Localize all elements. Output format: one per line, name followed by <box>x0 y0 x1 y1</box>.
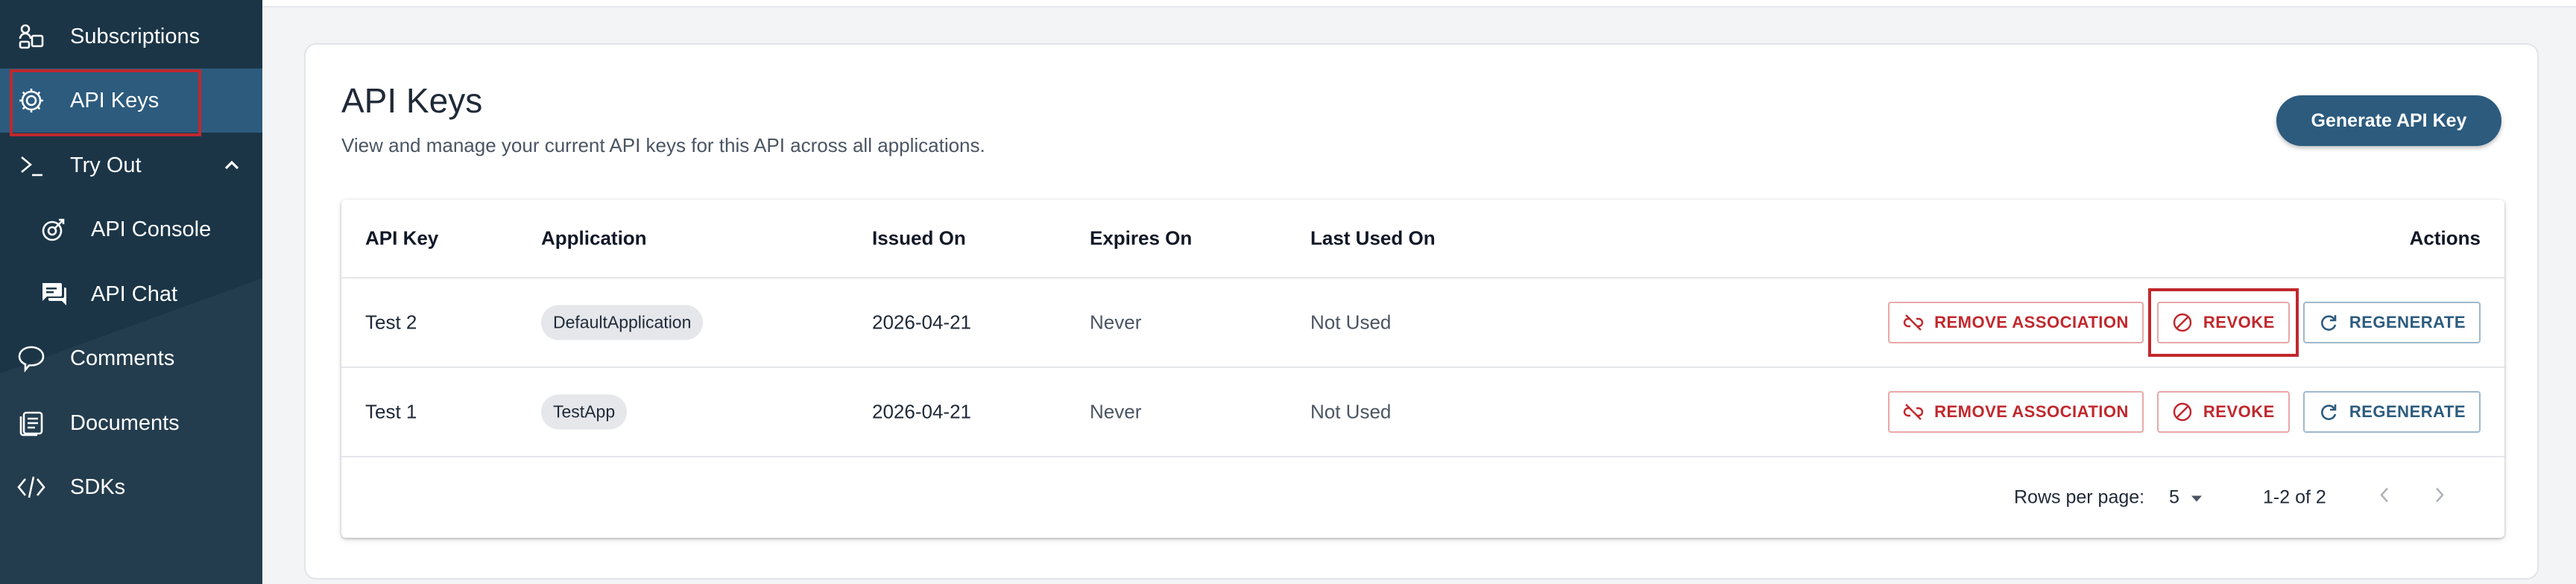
sidebar-item-try-out[interactable]: Try Out <box>0 133 262 197</box>
block-icon <box>2172 312 2193 333</box>
remove-association-label: REMOVE ASSOCIATION <box>1934 313 2129 331</box>
column-header-application: Application <box>541 226 647 250</box>
sidebar-item-label: Try Out <box>70 153 142 177</box>
table-row: Test 1 TestApp 2026-04-21 Never Not Used… <box>341 368 2504 457</box>
sidebar-item-api-keys[interactable]: API Keys <box>0 69 262 136</box>
refresh-icon <box>2318 312 2339 333</box>
application-chip: TestApp <box>541 394 628 430</box>
remove-association-button[interactable]: REMOVE ASSOCIATION <box>1888 391 2144 433</box>
sidebar-item-label: API Console <box>91 217 212 241</box>
sidebar-item-subscriptions[interactable]: Subscriptions <box>0 4 262 69</box>
column-header-actions: Actions <box>2409 226 2481 250</box>
revoke-button[interactable]: REVOKE <box>2156 391 2290 433</box>
sidebar-item-label: Subscriptions <box>70 24 201 48</box>
api-key-name: Test 1 <box>365 400 417 423</box>
regenerate-label: REGENERATE <box>2349 402 2466 421</box>
issued-on-value: 2026-04-21 <box>872 311 971 334</box>
chat-icon <box>39 279 69 309</box>
revoke-label: REVOKE <box>2203 313 2275 331</box>
sidebar-item-label: API Chat <box>91 282 178 306</box>
sidebar-item-api-chat[interactable]: API Chat <box>0 262 262 326</box>
pagination-bar: Rows per page: 5 1-2 of 2 <box>341 457 2504 538</box>
console-icon <box>39 215 69 244</box>
column-header-issued-on: Issued On <box>872 226 966 250</box>
sidebar-item-documents[interactable]: Documents <box>0 391 262 455</box>
column-header-last-used-on: Last Used On <box>1310 226 1436 250</box>
sidebar-item-sdks[interactable]: SDKs <box>0 455 262 519</box>
chevron-right-icon[interactable] <box>2431 486 2448 510</box>
last-used-on-value: Not Used <box>1310 311 1392 334</box>
regenerate-button[interactable]: REGENERATE <box>2302 302 2481 343</box>
revoke-highlight-wrap: REVOKE <box>2147 288 2299 357</box>
expires-on-value: Never <box>1090 400 1142 423</box>
expires-on-value: Never <box>1090 311 1142 334</box>
sidebar-item-api-console[interactable]: API Console <box>0 197 262 261</box>
table-header-row: API Key Application Issued On Expires On… <box>341 200 2504 279</box>
subscriptions-icon <box>16 22 46 51</box>
remove-association-label: REMOVE ASSOCIATION <box>1934 402 2129 421</box>
application-chip-label: DefaultApplication <box>541 305 704 340</box>
row-actions: REMOVE ASSOCIATION REVOKE REGENERATE <box>1888 288 2481 357</box>
last-used-on-value: Not Used <box>1310 400 1392 423</box>
block-icon <box>2172 402 2193 422</box>
page-description: View and manage your current API keys fo… <box>341 134 985 156</box>
chevron-up-icon[interactable] <box>222 156 242 181</box>
generate-api-key-button[interactable]: Generate API Key <box>2276 95 2501 146</box>
rows-per-page-label: Rows per page: <box>2014 486 2145 508</box>
link-off-icon <box>1903 402 1924 422</box>
sidebar-item-label: Comments <box>70 346 175 370</box>
api-key-name: Test 2 <box>365 311 417 334</box>
revoke-button[interactable]: REVOKE <box>2156 302 2290 343</box>
sidebar-item-label: API Keys <box>70 88 160 112</box>
row-actions: REMOVE ASSOCIATION REVOKE REGENERATE <box>1888 391 2481 433</box>
chevron-left-icon[interactable] <box>2376 486 2393 510</box>
regenerate-label: REGENERATE <box>2349 313 2466 331</box>
regenerate-button[interactable]: REGENERATE <box>2302 391 2481 433</box>
refresh-icon <box>2318 402 2339 422</box>
documents-icon <box>16 408 46 438</box>
application-chip: DefaultApplication <box>541 305 704 340</box>
remove-association-button[interactable]: REMOVE ASSOCIATION <box>1888 302 2144 343</box>
column-header-expires-on: Expires On <box>1090 226 1193 250</box>
api-keys-card: API Keys View and manage your current AP… <box>304 43 2539 580</box>
comment-icon <box>16 343 46 373</box>
sidebar-item-label: Documents <box>70 410 180 435</box>
caret-down-icon <box>2190 487 2203 509</box>
link-off-icon <box>1903 312 1924 333</box>
gear-icon <box>16 86 46 115</box>
sidebar-item-label: SDKs <box>70 475 126 499</box>
table-row: Test 2 DefaultApplication 2026-04-21 Nev… <box>341 279 2504 368</box>
top-panel-edge <box>262 0 2576 7</box>
application-chip-label: TestApp <box>541 394 628 430</box>
pagination-range: 1-2 of 2 <box>2263 486 2326 508</box>
terminal-icon <box>16 150 46 180</box>
sidebar: Subscriptions API Keys Try Out API Conso… <box>0 0 262 584</box>
rows-per-page-value: 5 <box>2169 486 2179 508</box>
page-title: API Keys <box>341 81 483 120</box>
issued-on-value: 2026-04-21 <box>872 400 971 423</box>
revoke-label: REVOKE <box>2203 402 2275 421</box>
sidebar-item-comments[interactable]: Comments <box>0 326 262 390</box>
column-header-api-key: API Key <box>365 226 439 250</box>
api-keys-table: API Key Application Issued On Expires On… <box>341 200 2504 538</box>
code-icon <box>16 472 46 502</box>
rows-per-page-select[interactable]: 5 <box>2169 487 2203 509</box>
